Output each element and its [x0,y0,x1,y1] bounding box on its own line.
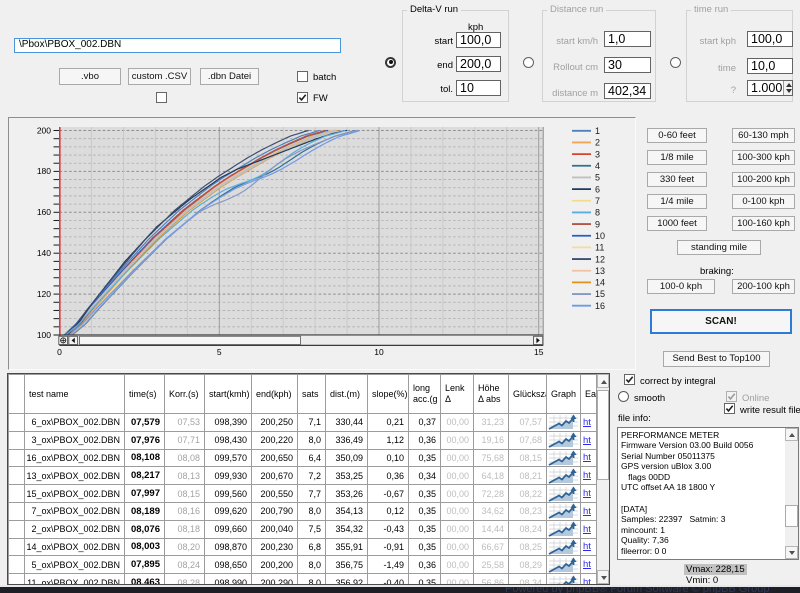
svg-text:6: 6 [595,184,600,194]
svg-text:0: 0 [57,347,62,357]
svg-text:11: 11 [595,243,604,253]
svg-text:12: 12 [595,254,605,264]
svg-text:100: 100 [37,330,51,340]
svg-text:200: 200 [37,125,51,135]
svg-text:160: 160 [37,207,51,217]
svg-text:180: 180 [37,166,51,176]
svg-text:120: 120 [37,289,51,299]
svg-text:8: 8 [595,208,600,218]
svg-text:13: 13 [595,266,605,276]
svg-text:15: 15 [595,289,605,299]
svg-text:15: 15 [534,347,544,357]
svg-text:9: 9 [595,219,600,229]
svg-text:5: 5 [217,347,222,357]
svg-text:16: 16 [595,301,605,311]
svg-text:5: 5 [595,173,600,183]
svg-text:10: 10 [374,347,384,357]
svg-text:10: 10 [595,231,605,241]
svg-text:1: 1 [595,126,600,136]
svg-text:3: 3 [595,149,600,159]
svg-text:7: 7 [595,196,600,206]
svg-text:14: 14 [595,278,605,288]
svg-text:4: 4 [595,161,600,171]
svg-text:140: 140 [37,248,51,258]
svg-text:2: 2 [595,138,600,148]
